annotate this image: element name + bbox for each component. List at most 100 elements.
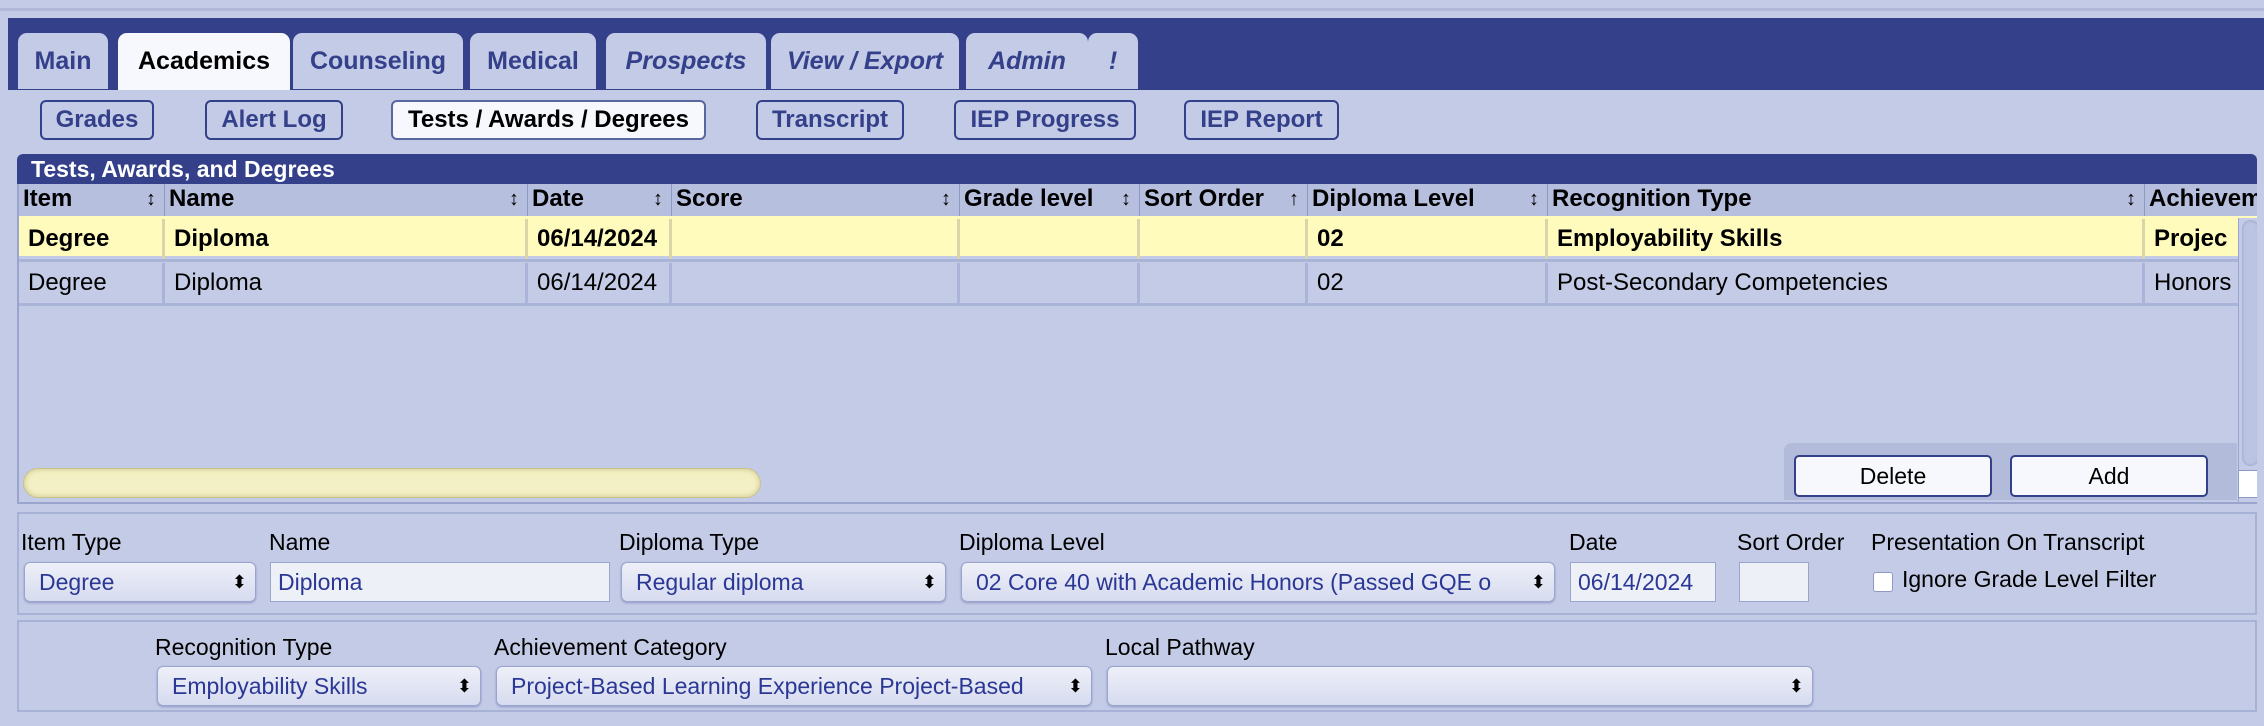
subnav-transcript[interactable]: Transcript [756,100,904,140]
cell-recognition-type: Employability Skills [1548,219,2145,259]
diploma-type-label: Diploma Type [619,529,760,555]
sort-both-icon: ↕ [941,188,951,210]
item-type-label: Item Type [21,529,122,555]
achievement-category-label: Achievement Category [494,634,727,660]
tab-main[interactable]: Main [18,33,108,89]
table-row[interactable]: Degree Diploma 06/14/2024 02 Employabili… [19,216,2257,259]
cell-score [672,263,960,303]
sort-both-icon: ↕ [1121,188,1131,210]
cell-name: Diploma [165,219,528,259]
sort-both-icon: ↕ [653,188,663,210]
tab-academics[interactable]: Academics [118,33,290,90]
diploma-level-select[interactable]: 02 Core 40 with Academic Honors (Passed … [961,562,1555,602]
achievement-category-value: Project-Based Learning Experience Projec… [511,673,1024,699]
sub-navigation: Grades Alert Log Tests / Awards / Degree… [0,100,2264,140]
column-header-recognition-type[interactable]: Recognition Type ↕ [1548,184,2145,216]
item-type-select[interactable]: Degree ⬍ [24,562,256,602]
subnav-grades[interactable]: Grades [40,100,154,140]
column-header-sort-order[interactable]: Sort Order ↑ [1140,184,1308,216]
subnav-iep-progress[interactable]: IEP Progress [954,100,1136,140]
scrollbar-thumb[interactable] [2242,220,2257,466]
recognition-type-select[interactable]: Employability Skills ⬍ [157,666,481,706]
tab-admin[interactable]: Admin [966,33,1088,89]
tab-label: Counseling [309,46,447,75]
column-label: Recognition Type [1552,185,1752,212]
diploma-type-select[interactable]: Regular diploma ⬍ [621,562,946,602]
recognition-type-label: Recognition Type [155,634,333,660]
achievement-category-select[interactable]: Project-Based Learning Experience Projec… [496,666,1092,706]
subnav-label: IEP Report [1200,106,1323,133]
presentation-label: Presentation On Transcript [1871,529,2145,555]
cell-recognition-type: Post-Secondary Competencies [1548,263,2145,303]
subnav-label: Tests / Awards / Degrees [407,106,689,133]
cell-item: Degree [19,263,165,303]
cell-grade-level [960,263,1140,303]
detail-form-row-2: Recognition Type Employability Skills ⬍ A… [17,620,2257,712]
grid-header: Item ↕ Name ↕ Date ↕ Score ↕ Grade level ↕ So… [19,184,2257,216]
tab-label: Medical [487,46,579,75]
column-label: Grade level [964,185,1094,212]
column-header-date[interactable]: Date ↕ [528,184,672,216]
sort-order-input[interactable] [1739,562,1809,602]
subnav-iep-report[interactable]: IEP Report [1184,100,1339,140]
column-header-achievement[interactable]: Achievem [2145,184,2257,216]
horizontal-scrollbar-thumb[interactable] [23,468,761,498]
cell-grade-level [960,219,1140,259]
sort-both-icon: ↕ [2126,188,2136,210]
column-label: Achievem [2149,185,2257,212]
tab-label: Academics [137,47,271,75]
records-grid: Item ↕ Name ↕ Date ↕ Score ↕ Grade level ↕ So… [17,184,2257,504]
column-header-grade-level[interactable]: Grade level ↕ [960,184,1140,216]
tab-label: Admin [988,46,1066,75]
name-label: Name [269,529,331,555]
cell-date: 06/14/2024 [528,219,672,259]
tab-alerts[interactable]: ! [1088,33,1138,89]
detail-form-row-1: Item Type Degree ⬍ Name Diploma Diploma T… [17,512,2257,615]
tab-medical[interactable]: Medical [470,33,596,89]
main-tab-bar: Main Academics Counseling Medical Prospe… [8,18,2264,90]
subnav-label: IEP Progress [970,106,1120,133]
tab-prospects[interactable]: Prospects [606,33,766,89]
tab-view-export[interactable]: View / Export [771,33,959,89]
diploma-level-value: 02 Core 40 with Academic Honors (Passed … [976,569,1492,595]
sort-both-icon: ↕ [1529,188,1539,210]
tab-counseling[interactable]: Counseling [293,33,463,89]
subnav-tests-awards-degrees[interactable]: Tests / Awards / Degrees [391,100,706,140]
delete-button[interactable]: Delete [1794,455,1992,497]
up-down-chevron-icon: ⬍ [1788,676,1804,696]
up-down-chevron-icon: ⬍ [1526,563,1546,601]
cell-achievement: Honors [2154,269,2232,296]
up-down-chevron-icon: ⬍ [456,676,472,696]
cell-diploma-level: 02 [1308,219,1548,259]
subnav-alert-log[interactable]: Alert Log [205,100,343,140]
sort-both-icon: ↕ [146,188,156,210]
table-row[interactable]: Degree Diploma 06/14/2024 02 Post-Second… [19,260,2257,303]
column-header-item[interactable]: Item ↕ [19,184,165,216]
column-header-score[interactable]: Score ↕ [672,184,960,216]
cell-achievement: Projec [2154,225,2228,252]
column-header-name[interactable]: Name ↕ [165,184,528,216]
ignore-grade-level-checkbox[interactable] [1873,572,1893,592]
up-down-chevron-icon: ⬍ [231,572,247,592]
subnav-label: Transcript [771,106,889,133]
date-input[interactable]: 06/14/2024 [1570,562,1716,602]
name-input[interactable]: Diploma [270,562,610,602]
column-label: Date [532,185,585,212]
cell-diploma-level: 02 [1308,263,1548,303]
up-down-chevron-icon: ⬍ [1063,667,1083,705]
tab-label: View / Export [786,46,944,75]
top-strip [0,0,2264,18]
column-header-diploma-level[interactable]: Diploma Level ↕ [1308,184,1548,216]
cell-date: 06/14/2024 [528,263,672,303]
item-type-value: Degree [39,569,115,595]
add-button[interactable]: Add [2010,455,2208,497]
sort-both-icon: ↕ [509,188,519,210]
subnav-label: Grades [55,106,139,133]
vertical-scrollbar[interactable] [2238,218,2257,502]
local-pathway-select[interactable]: ⬍ [1107,666,1813,706]
cell-sort-order [1140,263,1308,303]
cell-item: Degree [19,219,165,259]
tab-label: ! [1108,46,1118,75]
cell-sort-order [1140,219,1308,259]
recognition-type-value: Employability Skills [172,673,368,699]
